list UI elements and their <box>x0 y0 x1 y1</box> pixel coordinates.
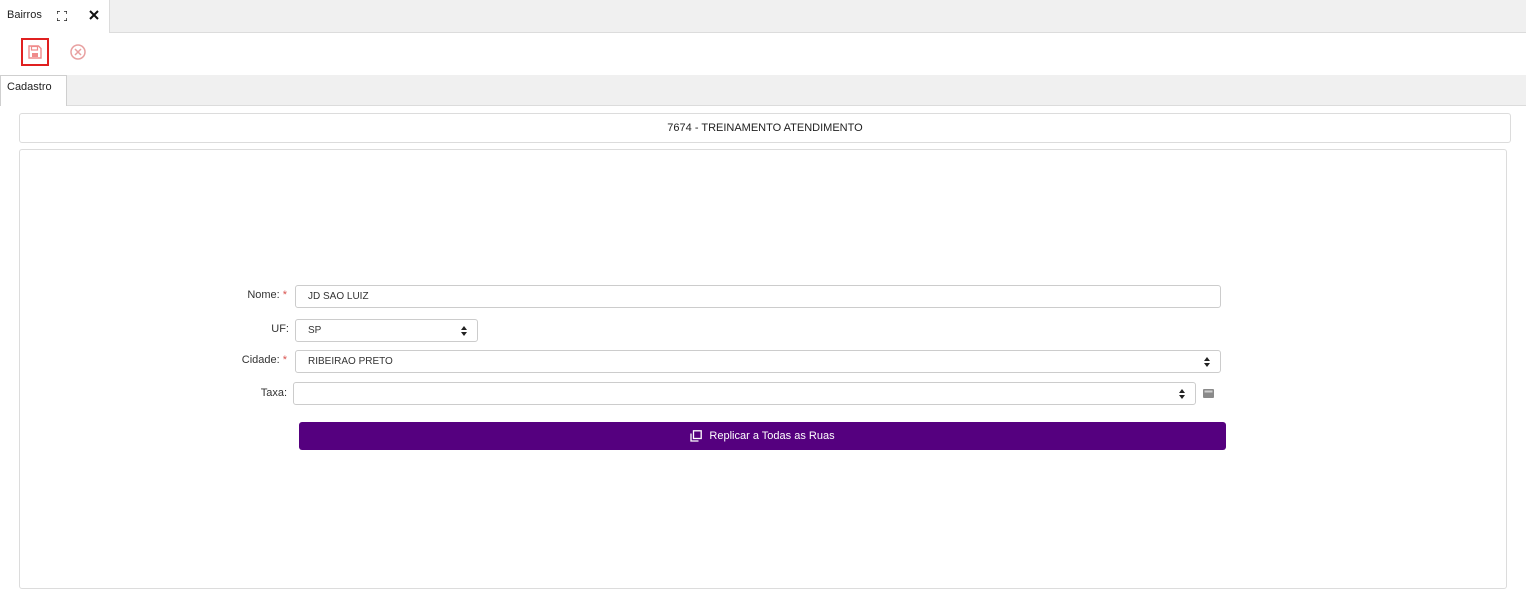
taxa-label: Taxa: <box>260 387 287 399</box>
required-marker: * <box>282 354 287 366</box>
required-marker: * <box>282 289 287 301</box>
tab-title: Bairros <box>7 9 42 21</box>
replicar-button-label: Replicar a Todas as Ruas <box>709 430 835 442</box>
save-button[interactable] <box>21 38 49 66</box>
close-icon[interactable] <box>88 9 100 21</box>
cidade-select[interactable]: RIBEIRAO PRETO <box>295 350 1221 373</box>
save-icon <box>28 45 42 59</box>
nome-input[interactable]: JD SAO LUIZ <box>295 285 1221 308</box>
calculator-icon[interactable] <box>1203 389 1214 398</box>
replicar-button[interactable]: Replicar a Todas as Ruas <box>299 422 1226 450</box>
select-arrows-icon <box>1204 357 1210 367</box>
taxa-select[interactable] <box>293 382 1196 405</box>
organization-header: 7674 - TREINAMENTO ATENDIMENTO <box>19 113 1511 143</box>
uf-label: UF: <box>271 323 289 335</box>
expand-icon[interactable] <box>57 11 67 21</box>
uf-value: SP <box>308 325 322 336</box>
cidade-value: RIBEIRAO PRETO <box>308 356 393 367</box>
tab-bairros[interactable]: Bairros <box>0 0 110 33</box>
cancel-button[interactable] <box>69 43 87 61</box>
select-arrows-icon <box>1179 389 1185 399</box>
uf-select[interactable]: SP <box>295 319 478 342</box>
tab-cadastro[interactable]: Cadastro <box>0 75 67 106</box>
nome-label: Nome: * <box>247 289 287 301</box>
select-arrows-icon <box>461 326 467 336</box>
subtab-bar: Cadastro <box>0 75 1526 106</box>
copy-icon <box>690 430 703 442</box>
tab-cadastro-label: Cadastro <box>7 81 52 93</box>
cidade-label: Cidade: * <box>241 354 287 366</box>
action-toolbar <box>0 33 1526 75</box>
tab-bar: Bairros <box>0 0 1526 33</box>
